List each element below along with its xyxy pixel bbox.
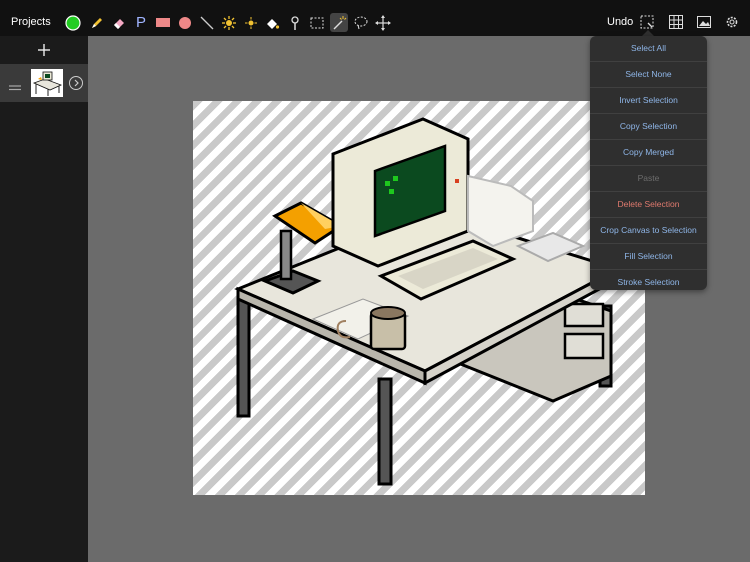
menu-item-stroke-selection[interactable]: Stroke Selection [590,270,707,290]
menu-item-copy-merged[interactable]: Copy Merged [590,140,707,166]
chevron-right-icon[interactable] [68,75,84,91]
pixel-art-computer-desk [234,117,622,486]
top-toolbar: Projects P Undo [0,0,750,36]
gear-icon[interactable] [724,14,740,30]
sun-brush-icon[interactable] [221,15,237,31]
menu-item-select-all[interactable]: Select All [590,36,707,62]
eyedropper-icon[interactable] [287,15,303,31]
layer-thumbnail [31,69,63,97]
line-icon[interactable] [199,15,215,31]
drawing-canvas[interactable] [193,101,645,495]
menu-item-paste: Paste [590,166,707,192]
layers-sidebar [0,36,88,562]
primary-color-swatch[interactable] [65,15,81,31]
fill-bucket-icon[interactable] [264,15,280,31]
ellipse-icon[interactable] [177,15,193,31]
grid-icon[interactable] [668,14,684,30]
menu-item-crop-canvas-to-selection[interactable]: Crop Canvas to Selection [590,218,707,244]
plus-icon[interactable] [36,42,52,58]
undo-button[interactable]: Undo [607,16,633,28]
layer-row[interactable] [0,64,88,102]
selection-menu-icon[interactable] [639,14,655,30]
small-sun-brush-icon[interactable] [244,16,258,30]
marquee-select-icon[interactable] [309,15,325,31]
text-icon[interactable]: P [133,13,149,31]
eraser-icon[interactable] [111,15,127,31]
selection-menu: Select All Select None Invert Selection … [590,36,707,290]
pencil-icon[interactable] [89,15,105,31]
move-icon[interactable] [375,15,391,31]
lasso-icon[interactable] [353,15,369,31]
menu-item-copy-selection[interactable]: Copy Selection [590,114,707,140]
drag-handle-icon[interactable] [8,79,22,91]
rectangle-icon[interactable] [155,16,171,30]
menu-item-select-none[interactable]: Select None [590,62,707,88]
menu-item-fill-selection[interactable]: Fill Selection [590,244,707,270]
projects-button[interactable]: Projects [11,16,51,28]
menu-item-delete-selection[interactable]: Delete Selection [590,192,707,218]
image-icon[interactable] [696,14,712,30]
text-tool-glyph: P [135,13,146,31]
menu-item-invert-selection[interactable]: Invert Selection [590,88,707,114]
magic-wand-icon[interactable] [330,13,348,32]
